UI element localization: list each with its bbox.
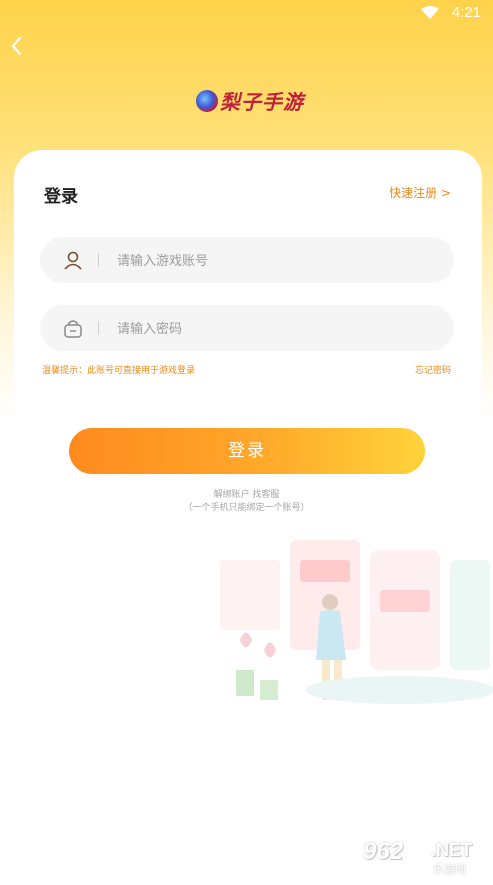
watermark-net: .NET — [431, 840, 473, 860]
watermark-number: 962 — [363, 838, 404, 865]
password-input[interactable] — [115, 305, 439, 353]
watermark-cn: 乐游网 — [433, 863, 466, 876]
user-icon — [64, 251, 82, 270]
login-tip: 温馨提示：此账号可直接用于游戏登录 — [42, 366, 196, 376]
back-button[interactable] — [4, 32, 28, 60]
account-input[interactable] — [115, 237, 439, 285]
password-field[interactable] — [40, 305, 454, 353]
login-illustration — [220, 540, 493, 704]
watermark: 962 .NET 乐游网 — [363, 838, 485, 878]
logo-text: 梨子手游 — [220, 90, 304, 114]
chevron-left-icon — [11, 36, 22, 56]
quick-register-link[interactable]: 快速注册 > — [389, 184, 451, 201]
login-button[interactable]: 登录 — [69, 428, 425, 474]
field-separator — [98, 253, 99, 267]
status-time: 4:21 — [451, 4, 481, 21]
field-separator — [98, 321, 99, 335]
forgot-password-link[interactable]: 忘记密码 — [415, 363, 451, 376]
unbind-note: （一个手机只能绑定一个账号） — [183, 503, 310, 513]
pear-logo-icon — [196, 90, 218, 112]
account-field[interactable] — [40, 237, 454, 285]
status-bar: 4:21 — [0, 0, 493, 26]
unbind-account-link[interactable]: 解绑账户 找客服 — [0, 487, 493, 500]
app-logo: 梨子手游 — [196, 86, 316, 116]
lock-icon — [64, 320, 82, 338]
login-title: 登录 — [44, 187, 78, 207]
wifi-icon — [421, 6, 439, 19]
